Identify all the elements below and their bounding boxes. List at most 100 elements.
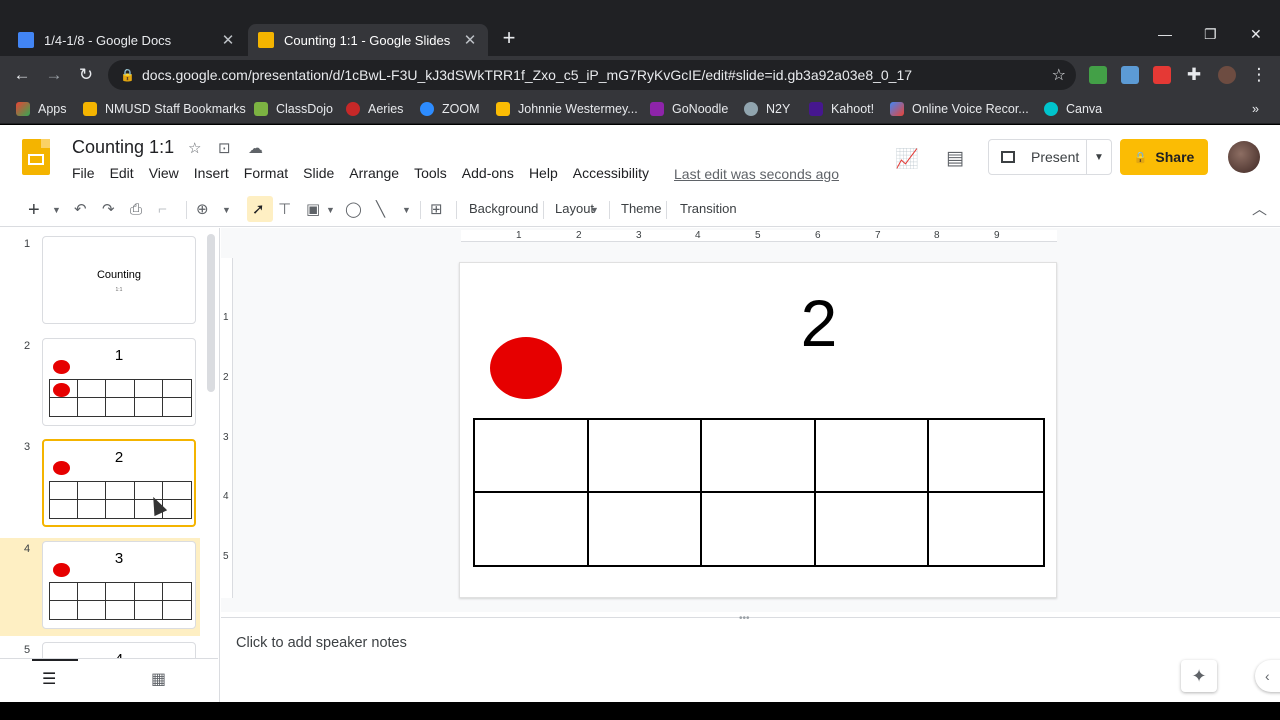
menu-arrange[interactable]: Arrange (349, 165, 399, 185)
ten-frame-cell[interactable] (702, 420, 816, 493)
minimize-icon[interactable]: — (1158, 26, 1172, 42)
bookmark-star-icon[interactable]: ☆ (1052, 65, 1066, 85)
transition-button[interactable]: Transition (680, 201, 737, 216)
paint-format-icon[interactable]: ⌐ (158, 199, 167, 221)
ten-frame-cell[interactable] (815, 420, 930, 493)
present-dropdown-icon[interactable]: ▼ (1087, 152, 1111, 163)
close-window-icon[interactable]: ✕ (1250, 26, 1262, 43)
menu-accessibility[interactable]: Accessibility (573, 165, 649, 185)
bookmark-classdojo[interactable]: ClassDojo (254, 99, 333, 119)
zoom-icon[interactable]: ⊕ (196, 199, 209, 221)
print-icon[interactable]: ⎙ (130, 199, 142, 221)
red-counting-dot[interactable] (490, 337, 562, 399)
menu-insert[interactable]: Insert (194, 165, 229, 185)
text-box-icon[interactable]: ⊤ (278, 199, 291, 221)
ten-frame-cell[interactable] (475, 420, 589, 493)
new-tab-button[interactable]: + (498, 27, 520, 50)
side-panel-toggle-icon[interactable]: ‹ (1255, 660, 1280, 692)
shape-icon[interactable]: ◯ (345, 199, 362, 221)
slide-thumbnail-3[interactable]: 2 (42, 439, 196, 527)
image-icon[interactable]: ▣ (306, 199, 320, 221)
bookmark-gonoodle[interactable]: GoNoodle (650, 99, 728, 119)
bookmark-zoom[interactable]: ZOOM (420, 99, 480, 119)
ten-frame-cell[interactable] (816, 492, 930, 565)
profile-avatar[interactable] (1218, 66, 1236, 84)
ten-frame-table[interactable] (473, 418, 1045, 567)
ten-frame-cell[interactable] (475, 492, 589, 565)
close-icon[interactable]: ✕ (220, 31, 236, 49)
slide-thumbnail-4[interactable]: 3 (42, 541, 196, 629)
bookmark-apps[interactable]: Apps (16, 99, 67, 119)
extension-screencast-icon[interactable] (1153, 66, 1171, 84)
star-icon[interactable]: ☆ (188, 139, 201, 157)
slides-logo-icon[interactable] (22, 139, 50, 175)
new-slide-dropdown-icon[interactable]: ▼ (52, 199, 61, 221)
bookmark-canva[interactable]: Canva (1044, 99, 1102, 119)
address-bar[interactable]: 🔒 docs.google.com/presentation/d/1cBwL-F… (108, 60, 1076, 90)
zoom-dropdown-icon[interactable]: ▼ (222, 199, 231, 221)
share-button[interactable]: 🔒 Share (1120, 139, 1208, 175)
extension-icon[interactable] (1121, 66, 1139, 84)
back-icon[interactable]: ← (11, 64, 33, 86)
layout-button[interactable]: Layout (555, 201, 594, 216)
extensions-puzzle-icon[interactable]: ✚ (1183, 64, 1205, 86)
horizontal-ruler[interactable]: 1 2 3 4 5 6 7 8 9 (461, 230, 1057, 242)
cloud-status-icon[interactable]: ☁ (248, 139, 263, 157)
bookmark-aeries[interactable]: Aeries (346, 99, 403, 119)
ten-frame-cell[interactable] (702, 492, 816, 565)
menu-view[interactable]: View (149, 165, 179, 185)
ten-frame-cell[interactable] (929, 420, 1043, 493)
user-avatar[interactable] (1228, 141, 1260, 173)
bookmark-folder[interactable]: NMUSD Staff Bookmarks (83, 99, 246, 119)
background-button[interactable]: Background (469, 201, 538, 216)
undo-icon[interactable]: ↶ (74, 199, 87, 221)
menu-help[interactable]: Help (529, 165, 558, 185)
activity-trend-icon[interactable]: 📈 (895, 147, 919, 171)
slide-thumbnail-2[interactable]: 1 (42, 338, 196, 426)
vertical-ruler[interactable]: 1 2 3 4 5 (221, 258, 233, 598)
current-slide[interactable]: 2 (459, 262, 1057, 598)
add-comment-icon[interactable]: ⊞ (430, 199, 443, 221)
bookmark-voice-recorder[interactable]: Online Voice Recor... (890, 99, 1029, 119)
menu-addons[interactable]: Add-ons (462, 165, 514, 185)
ten-frame-cell[interactable] (589, 492, 703, 565)
menu-format[interactable]: Format (244, 165, 288, 185)
grid-view-icon[interactable]: ▦ (151, 669, 166, 691)
menu-edit[interactable]: Edit (110, 165, 134, 185)
slide-thumbnail-1[interactable]: Counting 1:1 (42, 236, 196, 324)
list-view-icon[interactable]: ☰ (42, 669, 56, 691)
collapse-toolbar-icon[interactable]: ︿ (1252, 199, 1267, 221)
theme-button[interactable]: Theme (621, 201, 661, 216)
document-title[interactable]: Counting 1:1 (72, 137, 174, 158)
explore-icon[interactable]: ✦ (1181, 660, 1217, 692)
speaker-notes-placeholder[interactable]: Click to add speaker notes (236, 635, 407, 651)
layout-dropdown-icon[interactable]: ▼ (590, 199, 599, 221)
filmstrip-scrollbar[interactable] (207, 234, 215, 392)
last-edit-link[interactable]: Last edit was seconds ago (674, 166, 839, 182)
chrome-menu-icon[interactable]: ⋮ (1248, 64, 1270, 86)
redo-icon[interactable]: ↷ (102, 199, 115, 221)
line-icon[interactable]: ╲ (376, 199, 385, 221)
close-icon[interactable]: ✕ (462, 31, 478, 49)
bookmark-johnnie[interactable]: Johnnie Westermey... (496, 99, 638, 119)
ten-frame-cell[interactable] (929, 493, 1043, 566)
menu-slide[interactable]: Slide (303, 165, 334, 185)
extension-cast-icon[interactable] (1089, 66, 1107, 84)
ten-frame-cell[interactable] (588, 420, 703, 493)
reload-icon[interactable]: ↻ (75, 64, 97, 86)
resize-handle-icon[interactable]: ••• (739, 613, 750, 624)
forward-icon[interactable]: → (43, 64, 65, 86)
present-main[interactable]: Present (989, 140, 1087, 174)
present-button[interactable]: Present ▼ (988, 139, 1112, 175)
line-dropdown-icon[interactable]: ▼ (402, 199, 411, 221)
bookmarks-overflow-icon[interactable]: » (1252, 99, 1259, 119)
tab-google-docs[interactable]: 1/4-1/8 - Google Docs ✕ (8, 24, 246, 56)
restore-icon[interactable]: ❐ (1204, 26, 1217, 43)
speaker-notes[interactable]: ••• Click to add speaker notes ✦ ‹ (221, 613, 1280, 702)
select-cursor-icon[interactable]: ➚ (252, 199, 265, 221)
image-dropdown-icon[interactable]: ▼ (326, 199, 335, 221)
menu-file[interactable]: File (72, 165, 95, 185)
move-folder-icon[interactable]: ⊡ (218, 139, 231, 157)
comments-icon[interactable]: ▤ (946, 147, 964, 170)
bookmark-kahoot[interactable]: Kahoot! (809, 99, 874, 119)
